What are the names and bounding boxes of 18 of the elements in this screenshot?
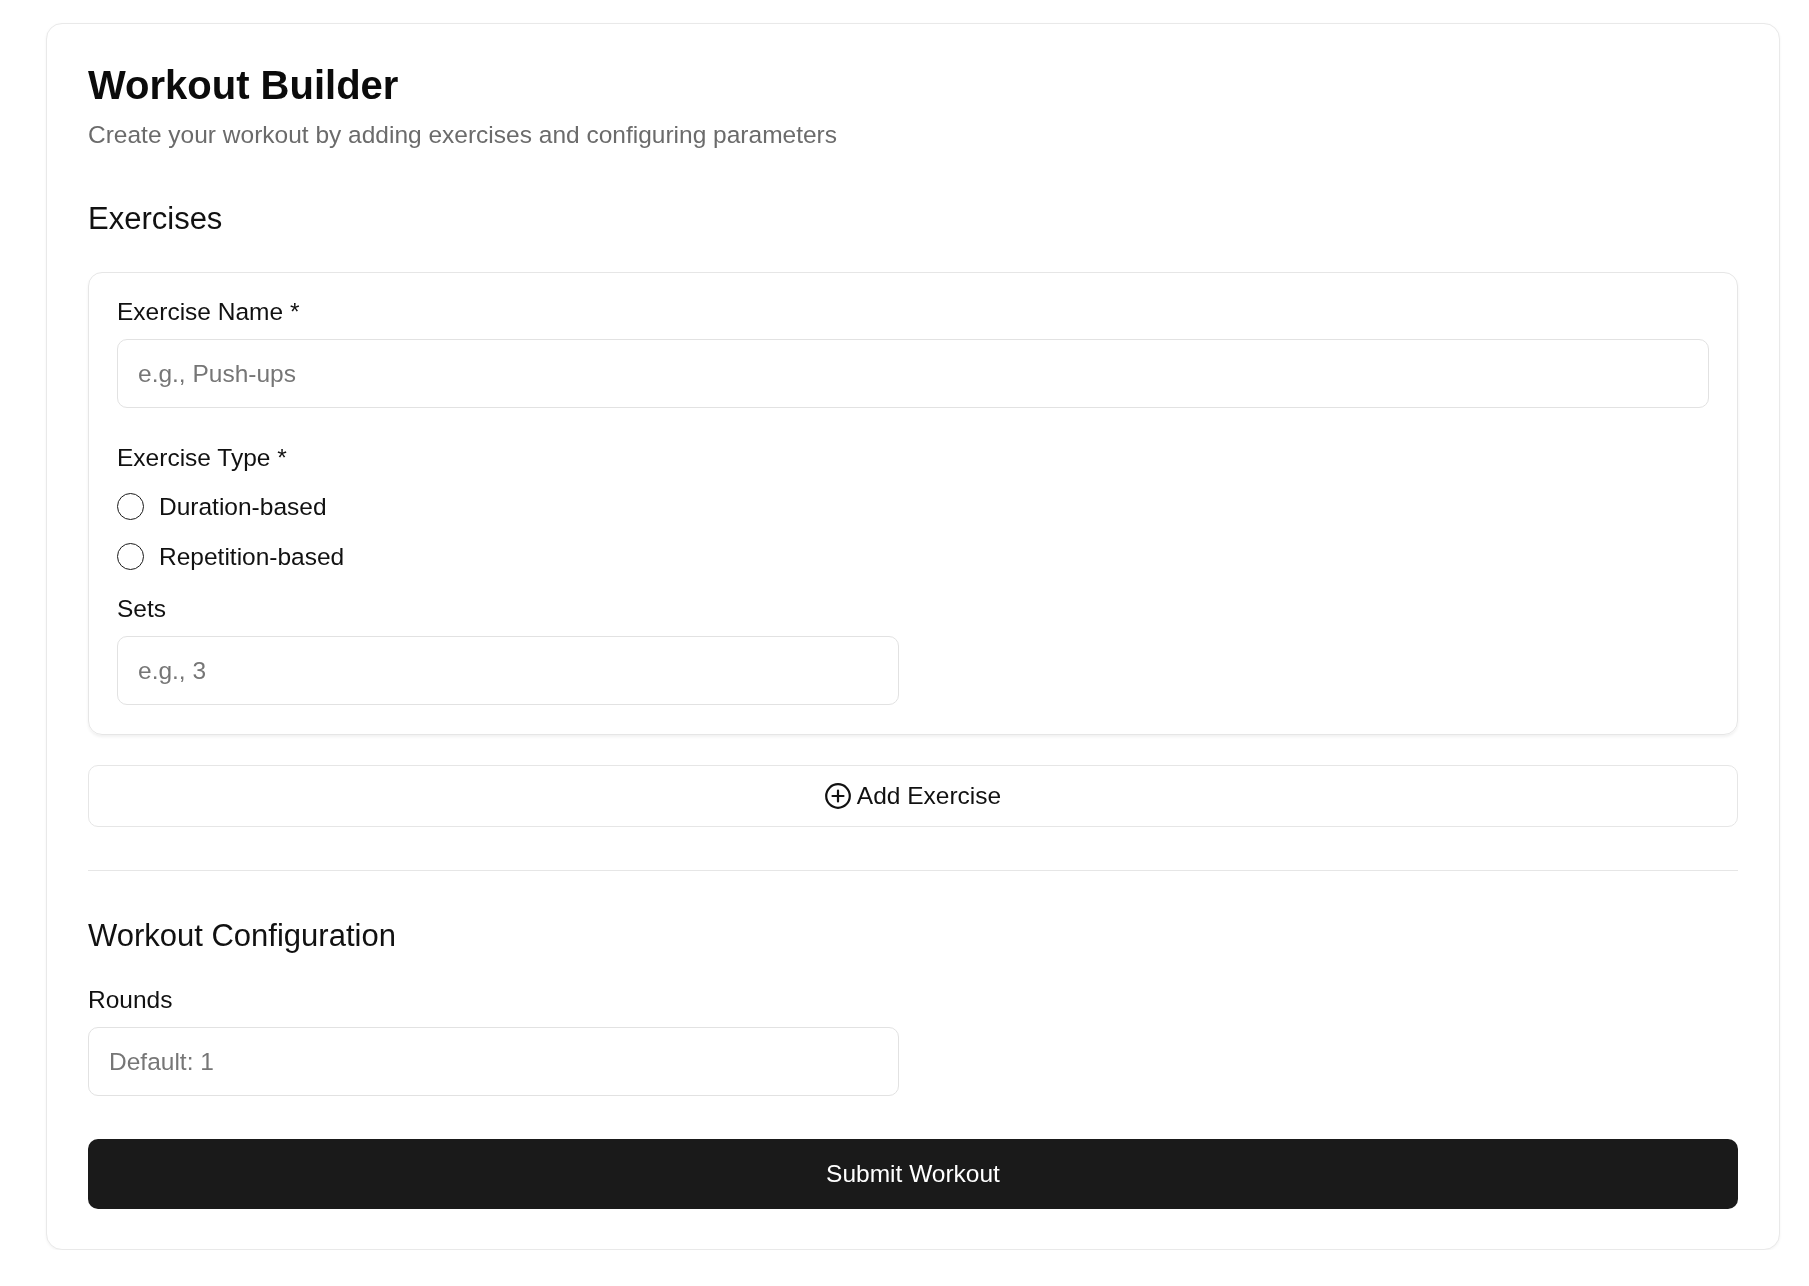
field-label: Exercise Type * bbox=[117, 443, 287, 472]
radio-button[interactable] bbox=[117, 542, 144, 570]
section-heading: Workout Configuration bbox=[88, 917, 396, 954]
option-label[interactable]: Repetition-based bbox=[159, 541, 345, 571]
input-field[interactable]: e.g., Push-ups bbox=[117, 339, 1709, 408]
input-field[interactable]: e.g., 3 bbox=[117, 636, 899, 705]
radio-button[interactable] bbox=[117, 492, 144, 520]
page-subtitle: Create your workout by adding exercises and configuring parameters bbox=[88, 120, 837, 149]
input-field[interactable]: Default: 1 bbox=[88, 1027, 899, 1096]
option-label[interactable]: Duration-based bbox=[159, 491, 327, 521]
plus-circle-icon bbox=[824, 783, 851, 809]
field-label: Rounds bbox=[88, 985, 173, 1014]
page-title: Workout Builder bbox=[88, 62, 399, 109]
section-heading: Exercises bbox=[88, 200, 223, 237]
field-label: Exercise Name * bbox=[117, 297, 300, 326]
submit-button[interactable]: Submit Workout bbox=[88, 1139, 1738, 1209]
add-exercise-button[interactable]: Add Exercise bbox=[88, 765, 1738, 827]
field-label: Sets bbox=[117, 594, 167, 623]
